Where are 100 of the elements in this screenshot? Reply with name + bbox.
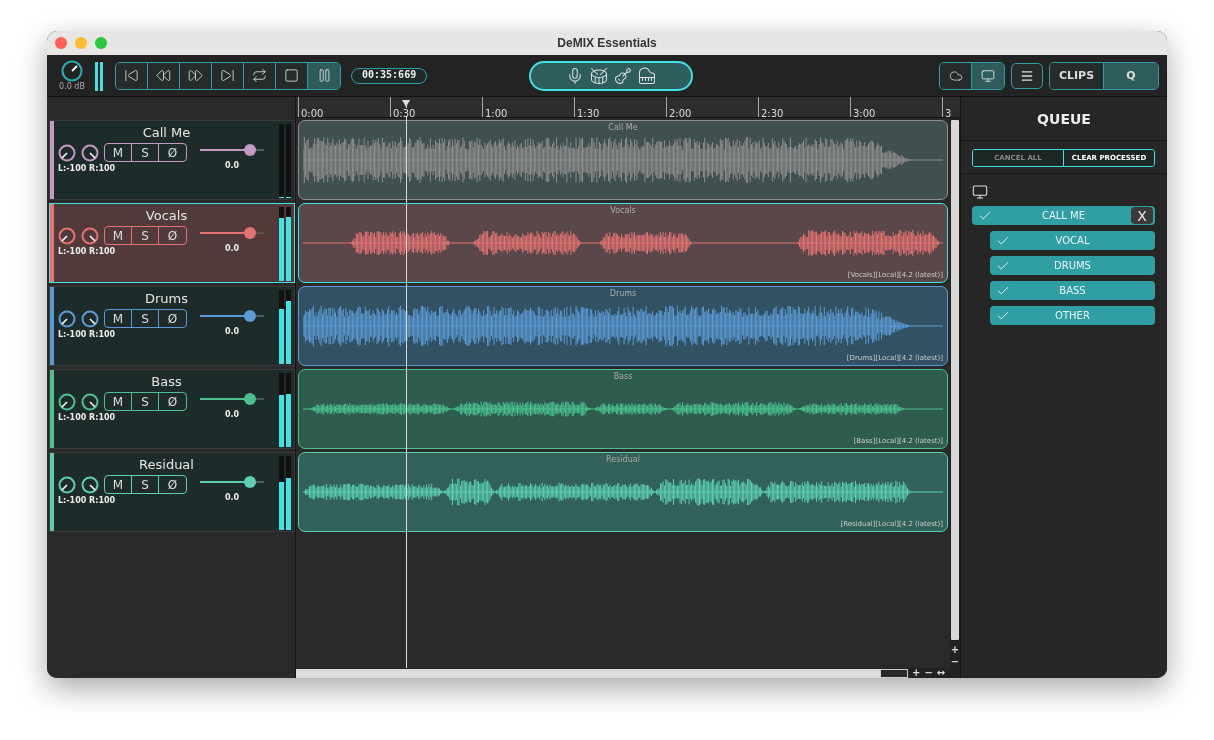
zoom-control[interactable]: +	[950, 644, 960, 656]
zoom-control[interactable]: ↔	[936, 667, 946, 678]
ruler-tick-label: 3	[945, 108, 952, 117]
track-toggle-button[interactable]: Ø	[159, 144, 186, 161]
volume-knob-icon[interactable]	[61, 60, 83, 82]
scrollbar-thumb[interactable]	[880, 668, 908, 678]
track-header[interactable]: Residual M S Ø L:-100 R:100 0.0	[49, 452, 295, 532]
transport-button[interactable]	[212, 62, 244, 89]
volume-reading: 0.0	[224, 327, 240, 336]
slider-thumb[interactable]	[243, 393, 256, 405]
menu-icon	[1020, 68, 1034, 83]
track-toggle-button[interactable]: Ø	[159, 393, 186, 410]
slider-thumb[interactable]	[243, 144, 256, 156]
transport-button[interactable]	[148, 62, 180, 89]
volume-reading: 0.0	[224, 161, 240, 170]
pan-reading: L:-100 R:100	[58, 413, 117, 422]
timeline-ruler[interactable]: 0:00 0:30 1:00 1:30 2:00 2:30 3:00 3	[296, 97, 960, 118]
track-toggle-button[interactable]: S	[132, 310, 159, 327]
track-toggle-button[interactable]: M	[105, 476, 132, 493]
track-header[interactable]: Call Me M S Ø L:-100 R:100 0.0	[49, 120, 295, 200]
pan-knob-icon[interactable]	[58, 309, 76, 328]
ruler-tick-label: 1:30	[577, 108, 600, 117]
stop-icon	[284, 68, 299, 83]
skip-back-icon	[124, 68, 139, 83]
track-toggle-button[interactable]: M	[105, 144, 132, 161]
ruler-tick-label: 0:00	[301, 108, 324, 117]
pan-knob-icon[interactable]	[81, 143, 99, 162]
pan-knob-icon[interactable]	[81, 475, 99, 494]
pause-icon	[316, 68, 332, 83]
menu-button[interactable]	[1011, 62, 1043, 89]
skip-forward-icon	[220, 68, 235, 83]
pan-knob-icon[interactable]	[81, 226, 99, 245]
clip-title: Bass	[613, 372, 633, 381]
track-toggle-button[interactable]: S	[132, 476, 159, 493]
audio-clip[interactable]: Call Me	[298, 120, 948, 200]
slider-thumb[interactable]	[243, 227, 256, 239]
ruler-tick-label: 2:30	[761, 108, 784, 117]
track-toggle-button[interactable]: M	[105, 227, 132, 244]
transport-button[interactable]	[308, 62, 340, 89]
transport-button[interactable]	[116, 62, 148, 89]
zoom-control[interactable]: +	[912, 667, 921, 678]
panel-toggle-button[interactable]: Q	[1104, 62, 1158, 89]
pan-knob-icon[interactable]	[81, 309, 99, 328]
volume-reading: 0.0	[224, 493, 240, 502]
queue-title: QUEUE	[1037, 110, 1091, 127]
rewind-icon	[156, 68, 171, 83]
track-toggle-button[interactable]: M	[105, 310, 132, 327]
transport-button[interactable]	[244, 62, 276, 89]
track-toggle-button[interactable]: S	[132, 144, 159, 161]
remove-button[interactable]: X	[1131, 207, 1153, 224]
pan-knob-icon[interactable]	[58, 475, 76, 494]
clip-title: Residual	[606, 455, 640, 464]
volume-slider[interactable]	[197, 309, 267, 323]
cloud-icon	[948, 68, 963, 83]
track-header[interactable]: Bass M S Ø L:-100 R:100 0.0	[49, 369, 295, 449]
pan-knob-icon[interactable]	[81, 392, 99, 411]
volume-slider[interactable]	[197, 392, 267, 406]
track-toggle-button[interactable]: S	[132, 227, 159, 244]
transport-button[interactable]	[276, 62, 308, 89]
slider-thumb[interactable]	[243, 310, 256, 322]
monitor-icon	[981, 68, 995, 83]
pan-knob-icon[interactable]	[58, 392, 76, 411]
pan-reading: L:-100 R:100	[58, 164, 117, 173]
slider-thumb[interactable]	[243, 476, 256, 488]
zoom-control[interactable]: −	[924, 667, 933, 678]
track-toggle-button[interactable]: S	[132, 393, 159, 410]
source-toggle-button[interactable]	[940, 62, 972, 89]
pan-knob-icon[interactable]	[58, 143, 76, 162]
drum-icon[interactable]	[590, 66, 609, 85]
track-header[interactable]: Vocals M S Ø L:-100 R:100 0.0	[49, 203, 295, 283]
track-header[interactable]: Drums M S Ø L:-100 R:100 0.0	[49, 286, 295, 366]
queue-item[interactable]: CALL ME X	[972, 206, 1155, 225]
queue-item-label: VOCAL	[1055, 235, 1090, 246]
playhead-thumb[interactable]	[402, 100, 411, 107]
vertical-scrollbar[interactable]: + −	[950, 118, 960, 668]
pan-knob-icon[interactable]	[58, 226, 76, 245]
volume-reading: 0.0	[224, 410, 240, 419]
track-name: Bass	[151, 374, 182, 389]
transport-button[interactable]	[180, 62, 212, 89]
zoom-control[interactable]: −	[950, 656, 960, 668]
panel-toggle-button[interactable]: CLIPS	[1050, 62, 1104, 89]
volume-slider[interactable]	[197, 226, 267, 240]
window-title: DeMIX Essentials	[557, 36, 657, 50]
scrollbar-thumb[interactable]	[951, 120, 959, 640]
track-name: Residual	[139, 457, 194, 472]
horizontal-scrollbar[interactable]	[296, 668, 908, 678]
track-toggle-button[interactable]: Ø	[159, 227, 186, 244]
guitar-icon[interactable]	[614, 66, 633, 85]
piano-icon[interactable]	[638, 66, 657, 85]
track-toggle-button[interactable]: M	[105, 393, 132, 410]
track-toggle-button[interactable]: Ø	[159, 310, 186, 327]
queue-item-label: DRUMS	[1054, 260, 1091, 271]
track-toggle-button[interactable]: Ø	[159, 476, 186, 493]
loop-icon	[252, 68, 267, 83]
source-toggle-button[interactable]	[972, 62, 1004, 89]
instrument-selector[interactable]	[529, 60, 694, 91]
ruler-tick-label: 1:00	[485, 108, 508, 117]
clip-title: Vocals	[610, 206, 636, 215]
volume-slider[interactable]	[197, 475, 267, 489]
volume-slider[interactable]	[197, 143, 267, 157]
